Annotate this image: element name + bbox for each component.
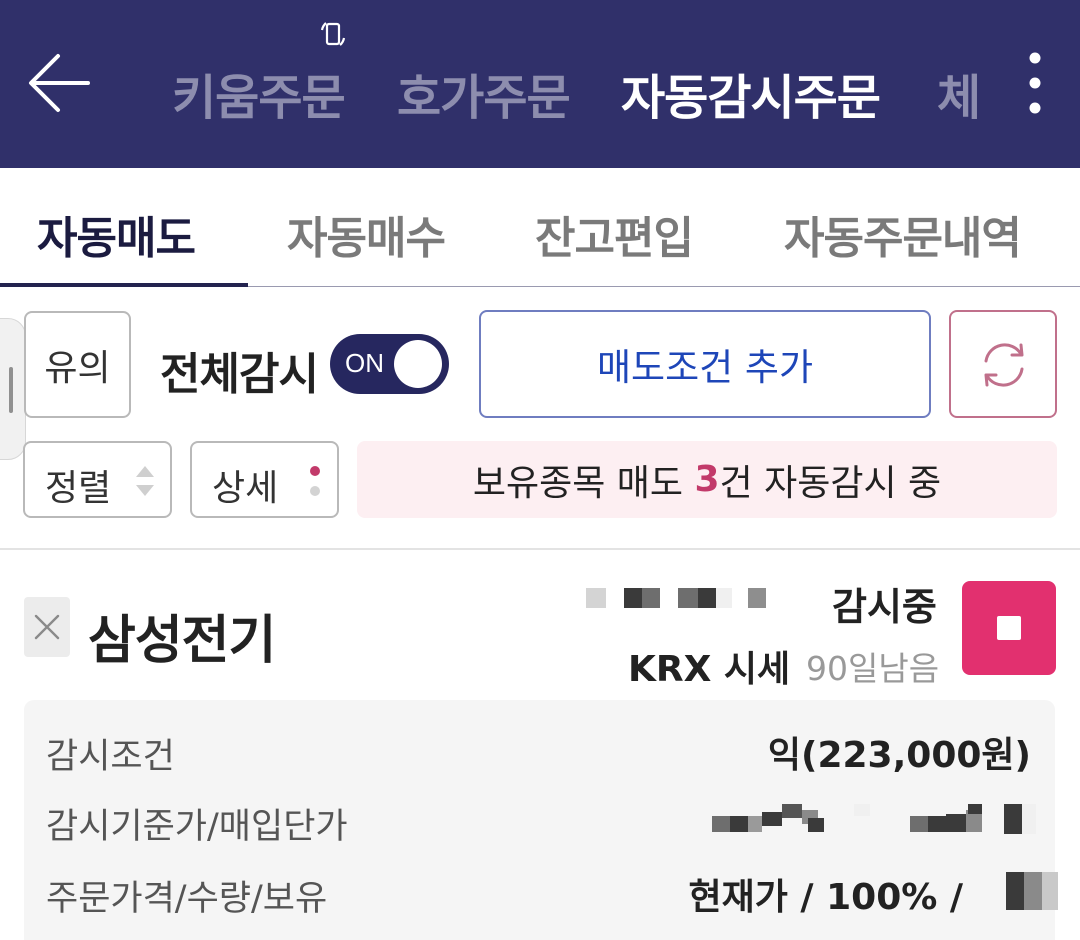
tab-auto-sell[interactable]: 자동매도	[37, 202, 196, 266]
top-app-bar: 키움주문 호가주문 자동감시주문 체	[0, 0, 1080, 168]
add-sell-condition-button[interactable]: 매도조건 추가	[479, 310, 931, 418]
more-menu-button[interactable]	[1018, 48, 1052, 120]
tab-auto-buy[interactable]: 자동매수	[287, 202, 446, 266]
status-prefix: 보유종목 매도	[472, 462, 695, 504]
more-vertical-icon	[1029, 52, 1041, 114]
stock-name[interactable]: 삼성전기	[88, 598, 276, 673]
phone-rotate-icon[interactable]	[317, 18, 349, 50]
tab-kiwoom-order[interactable]: 키움주문	[172, 58, 346, 128]
tab-auto-monitor-order[interactable]: 자동감시주문	[621, 58, 881, 128]
back-button[interactable]	[26, 52, 92, 114]
masked-price-value	[712, 804, 1036, 834]
stop-icon	[997, 616, 1021, 640]
status-suffix: 건 자동감시 중	[719, 462, 942, 504]
grip-icon	[9, 367, 13, 413]
status-count: 3	[694, 459, 720, 500]
refresh-icon	[984, 343, 1024, 387]
section-divider	[0, 548, 1080, 550]
sub-tab-bar: 자동매도 자동매수 잔고편입 자동주문내역	[0, 168, 1080, 287]
toggle-knob	[394, 340, 442, 388]
watch-status: 감시중	[832, 585, 937, 629]
detail-label: 상세	[212, 468, 279, 509]
monitor-all-toggle[interactable]: ON	[330, 334, 449, 394]
order-price-value: 현재가 / 100% /	[688, 877, 963, 918]
condition-details: 감시조건 익(223,000원) 감시기준가/매입단가 주문가격/수량/보유 현…	[24, 700, 1058, 940]
notice-button[interactable]: 유의	[24, 311, 131, 418]
tab-balance-include[interactable]: 잔고편입	[535, 202, 694, 266]
days-remaining: 90일남음	[806, 649, 940, 688]
side-drawer-handle[interactable]	[0, 318, 26, 460]
tab-quote-order[interactable]: 호가주문	[397, 58, 571, 128]
remove-stock-button[interactable]	[24, 597, 70, 657]
stop-monitoring-button[interactable]	[962, 581, 1056, 675]
detail-toggle-icon	[310, 466, 320, 496]
masked-info	[586, 588, 766, 608]
refresh-button[interactable]	[949, 310, 1057, 418]
monitor-all-label: 전체감시	[160, 349, 319, 400]
base-price-label: 감시기준가/매입단가	[46, 807, 348, 847]
market-label: KRX 시세	[628, 649, 791, 690]
active-tab-indicator	[0, 283, 248, 287]
order-price-label: 주문가격/수량/보유	[46, 879, 328, 919]
condition-value: 익(223,000원)	[767, 735, 1031, 776]
tab-auto-order-history[interactable]: 자동주문내역	[784, 202, 1022, 266]
toggle-state-label: ON	[345, 348, 384, 378]
arrow-left-icon	[29, 54, 90, 112]
tab-partial-next[interactable]: 체	[937, 58, 977, 128]
condition-label: 감시조건	[46, 737, 175, 777]
sort-arrows-icon	[136, 466, 154, 496]
detail-button[interactable]: 상세	[190, 441, 339, 518]
close-icon	[34, 614, 60, 640]
sort-label: 정렬	[45, 468, 112, 509]
monitoring-status-banner: 보유종목 매도 3건 자동감시 중	[357, 441, 1057, 518]
masked-holding-value	[1006, 872, 1058, 910]
sort-button[interactable]: 정렬	[23, 441, 172, 518]
